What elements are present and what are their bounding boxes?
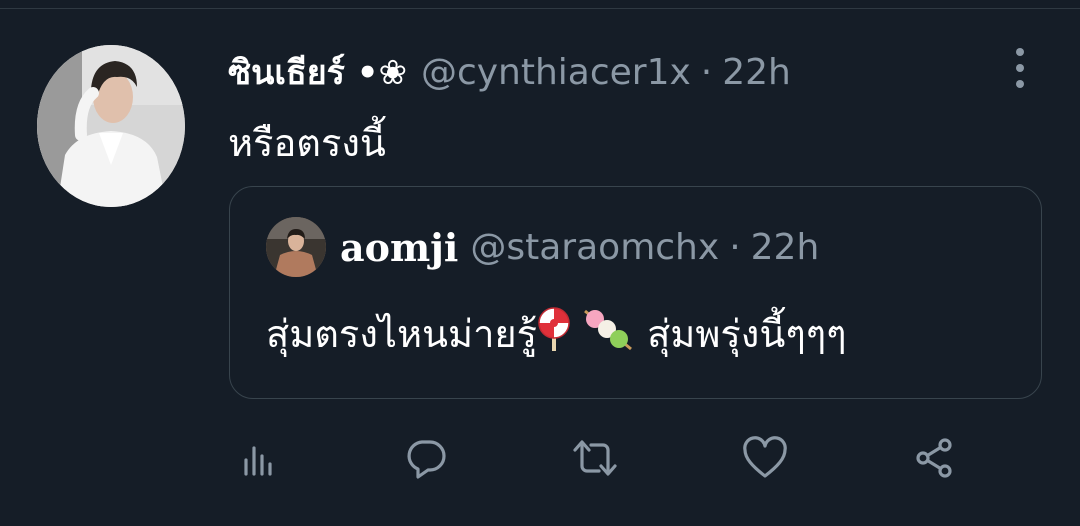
- tweet-text: หรือตรงนี้: [228, 121, 386, 165]
- separator-dot: ·: [700, 51, 713, 93]
- quoted-tweet-header: aomji @staraomchx · 22h: [340, 219, 819, 275]
- quoted-author-handle: @staraomchx: [470, 226, 720, 268]
- more-options-icon[interactable]: [1008, 48, 1032, 88]
- lollipop-icon: [537, 307, 571, 360]
- analytics-icon[interactable]: [228, 428, 288, 488]
- quoted-author-name: aomji: [340, 224, 459, 270]
- quoted-separator-dot: ·: [729, 226, 741, 268]
- avatar-image: [37, 45, 185, 207]
- reply-icon[interactable]: [396, 428, 456, 488]
- quoted-author-avatar: [266, 217, 326, 277]
- author-avatar[interactable]: [37, 45, 185, 207]
- quoted-avatar-image: [266, 217, 326, 277]
- quoted-text-part2: สุ่มพรุ่งนี้ๆๆๆ: [647, 312, 847, 356]
- top-divider: [0, 8, 1080, 9]
- tweet-actions: [0, 428, 1080, 488]
- author-handle[interactable]: @cynthiacer1x: [421, 52, 691, 93]
- dango-icon: [579, 307, 635, 360]
- quoted-text-part1: สุ่มตรงไหนม่ายรู้: [266, 312, 538, 356]
- quoted-tweet-time: 22h: [750, 226, 820, 268]
- author-name[interactable]: ซินเธียร์ •❀: [228, 45, 407, 99]
- tweet-header: ซินเธียร์ •❀ @cynthiacer1x · 22h: [228, 44, 791, 100]
- tweet-time[interactable]: 22h: [722, 52, 791, 93]
- quoted-tweet[interactable]: aomji @staraomchx · 22h สุ่มตรงไหนม่ายรู…: [229, 186, 1042, 399]
- quoted-tweet-text: สุ่มตรงไหนม่ายรู้ สุ่มพรุ่งนี้ๆๆๆ: [266, 303, 847, 364]
- share-icon[interactable]: [904, 428, 964, 488]
- retweet-icon[interactable]: [565, 428, 625, 488]
- like-icon[interactable]: [735, 428, 795, 488]
